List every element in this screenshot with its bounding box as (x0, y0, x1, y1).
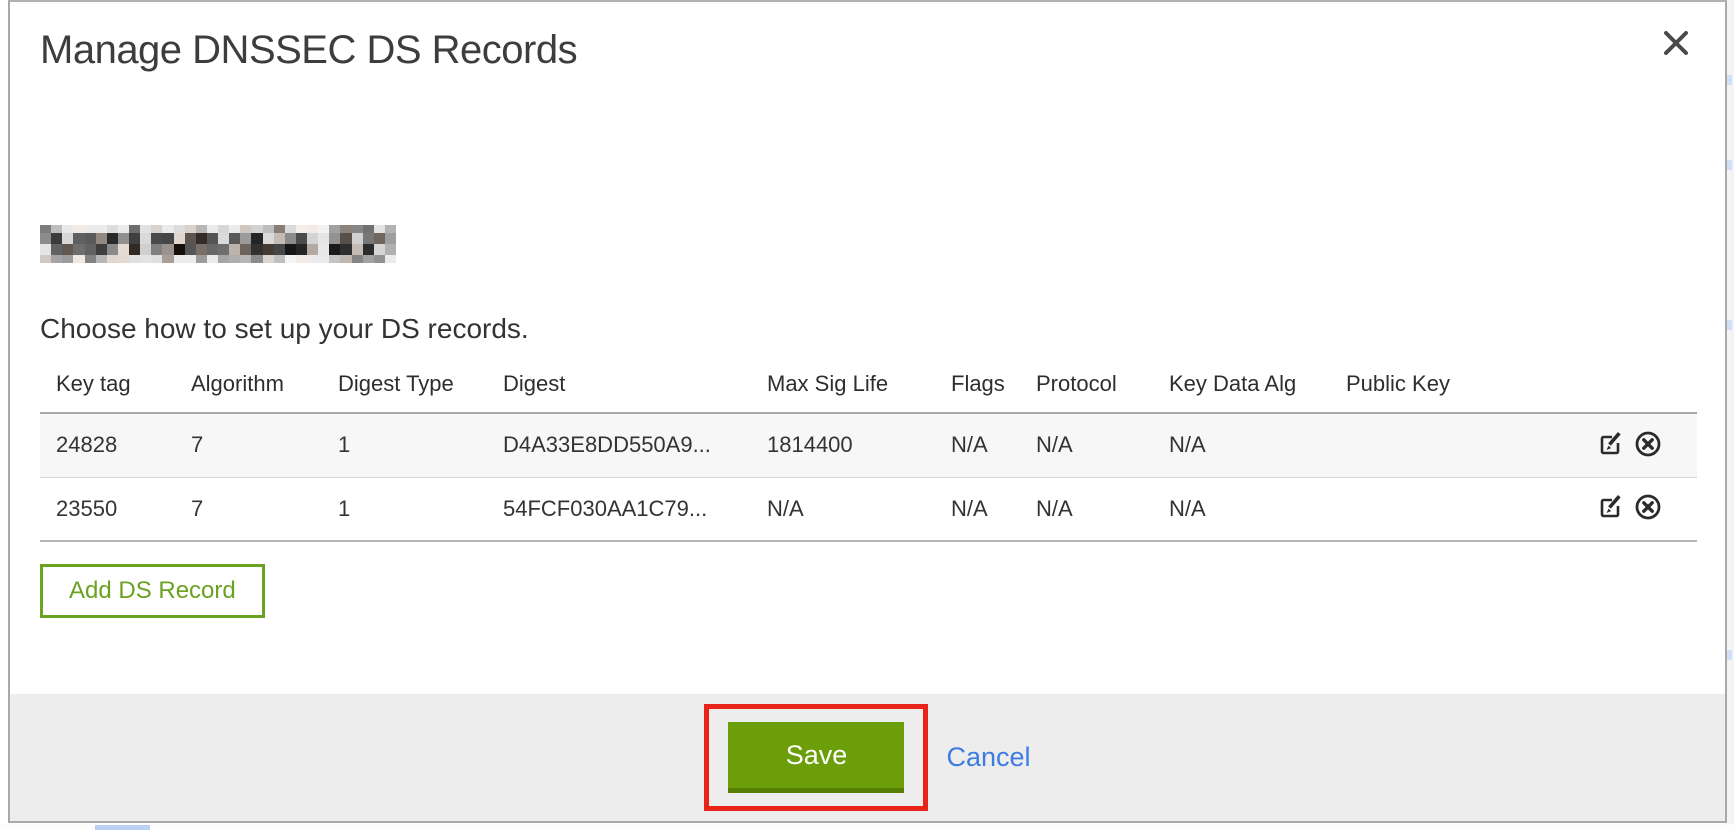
cell-algorithm: 7 (175, 413, 322, 477)
cell-max-sig-life: 1814400 (751, 413, 935, 477)
edit-icon (1595, 510, 1625, 525)
edit-record-button[interactable] (1595, 429, 1625, 462)
domain-name-redacted (40, 225, 396, 263)
cell-algorithm: 7 (175, 477, 322, 541)
instruction-text: Choose how to set up your DS records. (40, 313, 1695, 345)
delete-circle-x-icon (1633, 447, 1663, 462)
cell-key-data-alg: N/A (1153, 413, 1330, 477)
edit-icon (1595, 447, 1625, 462)
cell-digest: D4A33E8DD550A9... (487, 413, 751, 477)
background-page-bottom-sliver (0, 824, 1734, 830)
cell-key-tag: 24828 (40, 413, 175, 477)
save-button-highlight-annotation: Save (704, 704, 928, 811)
add-ds-record-button[interactable]: Add DS Record (40, 564, 265, 618)
table-header-row: Key tag Algorithm Digest Type Digest Max… (40, 361, 1697, 413)
column-header-digest: Digest (487, 361, 751, 413)
cell-digest: 54FCF030AA1C79... (487, 477, 751, 541)
close-icon (1659, 26, 1693, 60)
table-row: 23550 7 1 54FCF030AA1C79... N/A N/A N/A … (40, 477, 1697, 541)
cell-actions (1490, 413, 1697, 477)
cell-flags: N/A (935, 477, 1020, 541)
save-button[interactable]: Save (728, 722, 904, 793)
column-header-key-tag: Key tag (40, 361, 175, 413)
column-header-key-data-alg: Key Data Alg (1153, 361, 1330, 413)
delete-record-button[interactable] (1633, 492, 1663, 525)
cell-actions (1490, 477, 1697, 541)
modal-footer: Save Cancel (10, 694, 1725, 821)
column-header-protocol: Protocol (1020, 361, 1153, 413)
ds-records-table: Key tag Algorithm Digest Type Digest Max… (40, 361, 1697, 542)
cell-public-key (1330, 413, 1490, 477)
delete-record-button[interactable] (1633, 429, 1663, 462)
cell-protocol: N/A (1020, 477, 1153, 541)
close-button[interactable] (1659, 26, 1693, 60)
delete-circle-x-icon (1633, 510, 1663, 525)
modal-title: Manage DNSSEC DS Records (40, 2, 1695, 73)
column-header-public-key: Public Key (1330, 361, 1490, 413)
cancel-link[interactable]: Cancel (946, 742, 1030, 773)
cell-key-data-alg: N/A (1153, 477, 1330, 541)
dnssec-ds-records-modal: Manage DNSSEC DS Records Choose how to s… (8, 0, 1727, 823)
cell-flags: N/A (935, 413, 1020, 477)
edit-record-button[interactable] (1595, 492, 1625, 525)
cell-protocol: N/A (1020, 413, 1153, 477)
table-row: 24828 7 1 D4A33E8DD550A9... 1814400 N/A … (40, 413, 1697, 477)
cell-digest-type: 1 (322, 413, 487, 477)
column-header-digest-type: Digest Type (322, 361, 487, 413)
column-header-flags: Flags (935, 361, 1020, 413)
column-header-actions (1490, 361, 1697, 413)
cell-digest-type: 1 (322, 477, 487, 541)
cell-key-tag: 23550 (40, 477, 175, 541)
cell-public-key (1330, 477, 1490, 541)
column-header-algorithm: Algorithm (175, 361, 322, 413)
cell-max-sig-life: N/A (751, 477, 935, 541)
column-header-max-sig-life: Max Sig Life (751, 361, 935, 413)
